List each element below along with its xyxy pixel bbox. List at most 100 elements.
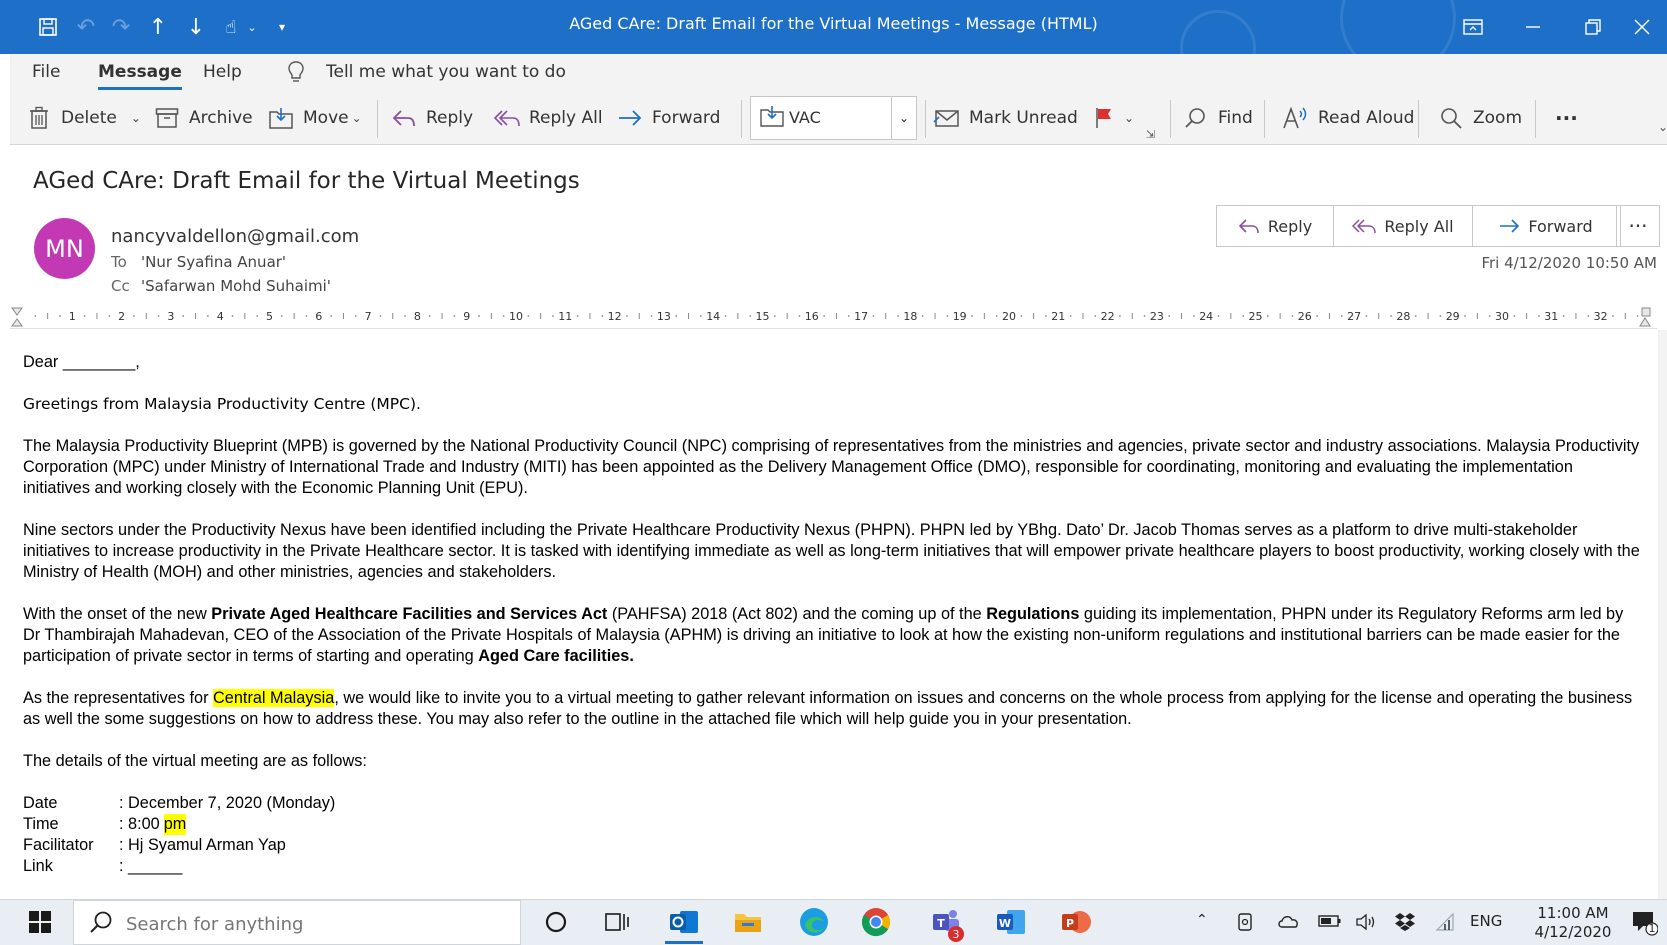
ruler-tick	[206, 315, 209, 317]
ruler-tick	[946, 315, 949, 317]
outlook-app-icon[interactable]	[666, 904, 702, 940]
ribbon-display-options-icon[interactable]	[1443, 8, 1503, 46]
collapse-ribbon-icon[interactable]: ⌄	[1658, 120, 1667, 134]
file-explorer-icon[interactable]	[730, 904, 766, 940]
greeting: Greetings from Malaysia Productivity Cen…	[23, 395, 421, 413]
archive-label: Archive	[189, 108, 253, 128]
ruler-tick	[133, 315, 135, 317]
task-view-icon[interactable]	[598, 904, 634, 940]
chevron-down-icon[interactable]: ⌄	[131, 111, 141, 125]
header-forward-button[interactable]: Forward	[1473, 206, 1618, 246]
ruler-tick	[453, 315, 456, 317]
chrome-browser-icon[interactable]	[858, 904, 894, 940]
ruler-number: 13	[657, 310, 671, 323]
ruler-tick	[1094, 315, 1097, 317]
header-reply-all-button[interactable]: Reply All	[1334, 206, 1473, 246]
battery-icon[interactable]	[1318, 912, 1342, 934]
notification-center-icon[interactable]: 1	[1630, 908, 1660, 938]
volume-icon[interactable]	[1355, 912, 1379, 936]
meet-now-icon[interactable]	[1236, 912, 1254, 936]
find-button[interactable]: Find	[1182, 92, 1253, 144]
taskbar-search-box[interactable]	[73, 900, 521, 945]
quick-step-label: VAC	[789, 108, 821, 127]
ruler-tick	[83, 315, 86, 317]
minimize-icon[interactable]	[1503, 8, 1563, 46]
follow-up-flag-button[interactable]: ⌄	[1090, 92, 1134, 144]
move-folder-icon	[267, 104, 295, 132]
dropbox-icon[interactable]	[1394, 912, 1416, 936]
taskbar-search-input[interactable]	[124, 907, 508, 941]
move-button[interactable]: Move ⌄	[267, 92, 362, 144]
sender-address[interactable]: nancyvaldellon@gmail.com	[111, 226, 359, 247]
detail-value: : Hj Syamul Arman Yap	[119, 836, 286, 854]
ruler-number: 14	[706, 310, 720, 323]
chevron-down-icon[interactable]: ⌄	[1124, 111, 1134, 125]
lightbulb-icon	[287, 60, 305, 88]
ruler-tick	[305, 315, 308, 317]
system-clock[interactable]: 11:00 AM 4/12/2020	[1518, 904, 1628, 942]
ruler-tick	[601, 315, 604, 317]
delete-label: Delete	[61, 108, 117, 128]
more-commands-button[interactable]: ···	[1555, 92, 1578, 144]
chevron-down-icon[interactable]: ⌄	[352, 111, 362, 125]
reply-all-button[interactable]: Reply All	[493, 92, 603, 144]
ruler-tick	[626, 315, 628, 317]
tell-me-search[interactable]: Tell me what you want to do	[326, 62, 566, 82]
message-body[interactable]: Dear ________, Greetings from Malaysia P…	[23, 352, 1643, 877]
avatar[interactable]: MN	[34, 218, 95, 279]
ruler-number: 31	[1544, 310, 1558, 323]
header-reply-all-label: Reply All	[1384, 216, 1454, 236]
ruler-number: 5	[266, 310, 273, 323]
forward-button[interactable]: Forward	[616, 92, 720, 144]
ribbon-divider	[1535, 100, 1536, 138]
ruler-number: 29	[1446, 310, 1460, 323]
powerpoint-app-icon[interactable]: P	[1058, 904, 1094, 940]
onedrive-cloud-icon[interactable]	[1276, 912, 1300, 934]
reply-button[interactable]: Reply	[390, 92, 473, 144]
close-icon[interactable]	[1617, 8, 1667, 46]
delete-button[interactable]: Delete ⌄	[25, 92, 141, 144]
ruler-tick	[404, 315, 406, 317]
mark-unread-button[interactable]: Mark Unread	[933, 92, 1078, 144]
read-aloud-button[interactable]: Read Aloud	[1282, 92, 1414, 144]
right-indent-marker[interactable]	[1639, 307, 1651, 327]
chevron-down-icon[interactable]: ⌄	[891, 97, 916, 139]
menu-message[interactable]: Message	[98, 62, 182, 90]
detail-label: Date	[23, 794, 58, 812]
dialog-launcher-icon[interactable]: ⇲	[1146, 128, 1155, 141]
to-label: To	[111, 253, 127, 271]
ruler-tick	[231, 315, 234, 317]
word-app-icon[interactable]: W	[993, 904, 1029, 940]
ruler-tick	[872, 315, 875, 317]
zoom-button[interactable]: Zoom	[1437, 92, 1522, 144]
ribbon-divider	[741, 100, 742, 138]
cortana-icon[interactable]	[538, 904, 574, 940]
archive-button[interactable]: Archive	[153, 92, 253, 144]
windows-start-icon[interactable]	[22, 904, 58, 940]
ruler-tick	[995, 315, 998, 317]
input-language[interactable]: ENG	[1470, 912, 1502, 930]
ruler-tick	[650, 315, 653, 317]
ruler-number: 23	[1150, 310, 1164, 323]
ruler-number: 22	[1101, 310, 1115, 323]
menu-help[interactable]: Help	[203, 62, 242, 82]
vertical-scrollbar[interactable]	[1658, 330, 1667, 900]
to-recipient[interactable]: 'Nur Syafina Anuar'	[141, 253, 286, 271]
wifi-icon[interactable]	[1433, 912, 1455, 936]
menu-file[interactable]: File	[32, 62, 60, 82]
indent-marker[interactable]	[11, 307, 23, 327]
detail-label: Link	[23, 857, 53, 875]
ruler-tick	[1045, 315, 1047, 317]
detail-value: : ______	[119, 857, 183, 875]
edge-browser-icon[interactable]	[796, 904, 832, 940]
paragraph-1: The Malaysia Productivity Blueprint (MPB…	[23, 437, 1640, 497]
show-hidden-icons-chevron-icon[interactable]: ⌃	[1196, 912, 1208, 928]
quick-steps-box[interactable]: VAC ⌄	[750, 96, 917, 140]
message-actions: Reply Reply All Forward	[1216, 205, 1621, 247]
header-reply-button[interactable]: Reply	[1217, 206, 1334, 246]
header-more-actions-button[interactable]: ···	[1616, 205, 1660, 247]
ruler-tick	[749, 315, 752, 317]
cc-recipient[interactable]: 'Safarwan Mohd Suhaimi'	[141, 277, 331, 295]
restore-icon[interactable]	[1563, 8, 1623, 46]
ruler-tick	[1266, 315, 1269, 317]
